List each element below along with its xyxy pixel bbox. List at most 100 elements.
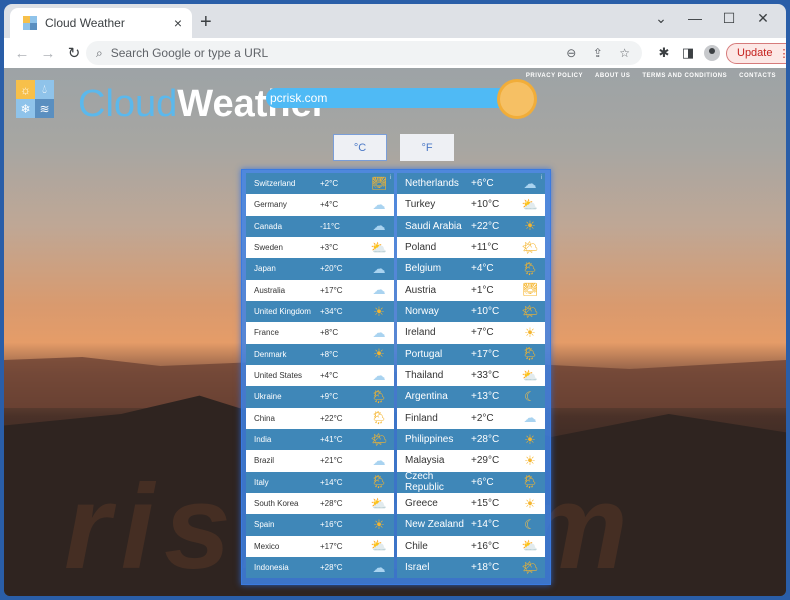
country-name: Turkey	[405, 199, 436, 211]
weather-row[interactable]: Portugal +17°C 🌦︎	[397, 343, 545, 365]
weather-row[interactable]: Indonesia +28°C ☁	[246, 556, 394, 579]
country-name: United Kingdom	[254, 307, 311, 317]
weather-row[interactable]: Thailand +33°C ⛅	[397, 364, 545, 387]
cloud-icon: ☁	[523, 410, 537, 426]
weather-row[interactable]: Norway +10°C 🌤︎	[397, 300, 545, 323]
reload-button[interactable]: ↻	[62, 44, 86, 62]
weather-row[interactable]: Canada -11°C ☁	[246, 215, 394, 237]
nav-privacy-policy[interactable]: PRIVACY POLICY	[526, 73, 583, 79]
update-button[interactable]: Update ⋮	[726, 42, 786, 64]
fahrenheit-button[interactable]: °F	[400, 134, 454, 161]
bookmark-star-icon[interactable]: ☆	[619, 46, 630, 60]
country-name: Sweden	[254, 243, 283, 253]
sun-icon: ☀	[524, 218, 536, 234]
temperature: +6°C	[471, 476, 494, 488]
temperature: +17°C	[471, 348, 500, 360]
country-name: Austria	[405, 284, 437, 296]
weather-row[interactable]: Japan +20°C ☁	[246, 258, 394, 280]
weather-row[interactable]: Greece +15°C ☀	[397, 492, 545, 515]
temperature: +11°C	[471, 242, 499, 254]
weather-row[interactable]: Sweden +3°C ⛅	[246, 236, 394, 259]
search-icon: ⌕	[96, 45, 103, 60]
weather-column-right: Netherlands +6°C ☁ i Turkey +10°C ⛅ Saudi Arabi…	[397, 173, 545, 579]
extensions-icon[interactable]: ✱	[652, 45, 676, 61]
weather-row[interactable]: Argentina +13°C ☾	[397, 386, 545, 408]
weather-row[interactable]: Austria +1°C 🌅︎	[397, 279, 545, 301]
sun-search-icon[interactable]	[500, 82, 534, 116]
new-tab-button[interactable]: +	[200, 12, 212, 32]
weather-row[interactable]: Malaysia +29°C ☀	[397, 450, 545, 472]
weather-row[interactable]: Ukraine +9°C 🌦︎	[246, 386, 394, 408]
country-name: Australia	[254, 285, 286, 295]
weather-row[interactable]: New Zealand +14°C ☾	[397, 514, 545, 536]
weather-row[interactable]: Philippines +28°C ☀	[397, 428, 545, 451]
nav-contacts[interactable]: CONTACTS	[739, 73, 776, 79]
tab-search-icon[interactable]: ⌄	[644, 10, 678, 27]
weather-row[interactable]: Spain +16°C ☀	[246, 514, 394, 536]
site-search-value: pcrisk.com	[270, 91, 328, 105]
weather-row[interactable]: China +22°C 🌦︎	[246, 407, 394, 429]
weather-row[interactable]: India +41°C 🌤︎	[246, 428, 394, 451]
minimize-button[interactable]: —	[678, 10, 712, 27]
nav-terms[interactable]: TERMS AND CONDITIONS	[642, 73, 727, 79]
weather-row[interactable]: Italy +14°C 🌦︎	[246, 471, 394, 493]
country-name: New Zealand	[405, 519, 464, 531]
nav-about-us[interactable]: ABOUT US	[595, 73, 630, 79]
site-search-input[interactable]: pcrisk.com	[266, 88, 502, 108]
side-panel-icon[interactable]: ◨	[676, 45, 700, 61]
brand-cloud: Cloud	[78, 83, 178, 125]
weather-row[interactable]: Denmark +8°C ☀	[246, 343, 394, 365]
weather-row[interactable]: Turkey +10°C ⛅	[397, 194, 545, 216]
tab-cloud-weather[interactable]: Cloud Weather ×	[10, 8, 192, 38]
weather-row[interactable]: Saudi Arabia +22°C ☀	[397, 215, 545, 237]
weather-row[interactable]: Israel +18°C 🌤︎	[397, 556, 545, 579]
weather-row[interactable]: Belgium +4°C 🌦︎	[397, 258, 545, 280]
weather-row[interactable]: Poland +11°C 🌤︎	[397, 236, 545, 259]
info-icon[interactable]: i	[541, 175, 542, 181]
profile-avatar[interactable]	[704, 45, 720, 61]
weather-row[interactable]: Australia +17°C ☁	[246, 279, 394, 301]
weather-row[interactable]: South Korea +28°C ⛅	[246, 492, 394, 515]
weather-row[interactable]: Chile +16°C ⛅	[397, 535, 545, 557]
site-logo[interactable]: ☼ 💧︎ ❄ ≋	[16, 80, 54, 118]
weather-column-left: Switzerland +2°C 🌅︎ i Germany +4°C ☁ Canada -11°…	[246, 173, 394, 579]
weather-row[interactable]: United States +4°C ☁	[246, 364, 394, 387]
weather-row[interactable]: Finland +2°C ☁	[397, 407, 545, 429]
country-name: Belgium	[405, 263, 442, 275]
share-icon[interactable]: ⇪	[593, 46, 603, 60]
close-window-button[interactable]: ✕	[746, 10, 780, 27]
cloud-icon: ☁	[372, 367, 386, 383]
address-bar[interactable]: ⌕ Search Google or type a URL ⊖ ⇪ ☆	[86, 41, 642, 65]
celsius-button[interactable]: °C	[333, 134, 387, 161]
sun-icon: ☀	[373, 516, 385, 532]
cloud-icon: ☁	[372, 452, 386, 468]
weather-row[interactable]: Brazil +21°C ☁	[246, 450, 394, 472]
country-name: Czech Republic	[405, 471, 444, 494]
forward-button[interactable]: →	[36, 45, 60, 62]
sun-icon: ☀	[524, 452, 536, 468]
close-tab-icon[interactable]: ×	[174, 15, 182, 31]
weather-row[interactable]: France +8°C ☁	[246, 322, 394, 344]
weather-row[interactable]: Netherlands +6°C ☁ i	[397, 173, 545, 195]
address-input[interactable]: Search Google or type a URL	[111, 46, 566, 60]
weather-row[interactable]: United Kingdom +34°C ☀	[246, 300, 394, 323]
sunset-icon: 🌅︎	[521, 282, 539, 298]
back-button[interactable]: ←	[10, 45, 34, 62]
weather-row[interactable]: Mexico +17°C ⛅	[246, 535, 394, 557]
weather-row[interactable]: Germany +4°C ☁	[246, 194, 394, 216]
country-name: Mexico	[254, 541, 280, 551]
snowflake-icon: ❄	[16, 99, 35, 118]
maximize-button[interactable]: ☐	[712, 10, 746, 27]
sun-icon: ☀	[373, 346, 385, 362]
cloud-icon: ☁	[372, 324, 386, 340]
temperature: +28°C	[320, 563, 343, 573]
temperature: +10°C	[471, 306, 500, 318]
weather-row[interactable]: Switzerland +2°C 🌅︎ i	[246, 173, 394, 195]
weather-row[interactable]: Czech Republic +6°C 🌦︎	[397, 471, 545, 494]
country-name: France	[254, 328, 279, 338]
zoom-icon[interactable]: ⊖	[566, 46, 576, 60]
country-name: Norway	[405, 306, 439, 318]
weather-row[interactable]: Ireland +7°C ☀	[397, 322, 545, 344]
info-icon[interactable]: i	[390, 175, 391, 181]
temperature: +14°C	[471, 519, 500, 531]
